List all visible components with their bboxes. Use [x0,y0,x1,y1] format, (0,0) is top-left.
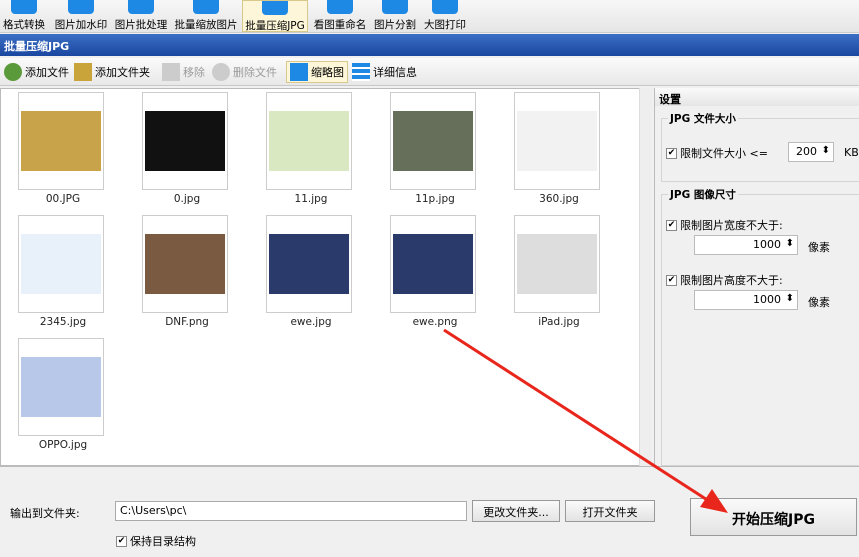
limit-size-checkbox[interactable]: ✔ 限制文件大小 <= [666,145,768,161]
file-thumbnail[interactable]: 11.jpg [266,92,356,205]
file-thumbnail[interactable]: 11p.jpg [390,92,480,205]
thumbnail-preview [145,234,225,294]
thumbnail-preview [269,111,349,171]
height-spinner[interactable]: 1000 [694,290,798,310]
file-name: 0.jpg [173,193,201,205]
limit-height-checkbox[interactable]: ✔ 限制图片高度不大于: [666,272,783,288]
window-title: 批量压缩JPG [0,34,859,56]
limit-width-checkbox[interactable]: ✔ 限制图片宽度不大于: [666,217,783,233]
add-file-button[interactable]: 添加文件 [4,61,69,83]
tab-watermark[interactable]: 图片加水印 [52,0,110,32]
remove-icon [162,63,180,81]
thumbnail-preview [269,234,349,294]
main-toolbar: 格式转换 图片加水印 图片批处理 批量缩放图片 批量压缩JPG 看图重命名 图片… [0,0,859,33]
start-compress-button[interactable]: 开始压缩JPG [690,498,857,536]
keep-structure-checkbox[interactable]: ✔ 保持目录结构 [116,533,196,549]
tab-print[interactable]: 大图打印 [422,0,468,32]
thumbnail-grid-icon [290,63,308,81]
vertical-scrollbar[interactable] [639,88,652,466]
thumbnail-view-button[interactable]: 缩略图 [286,61,348,83]
output-path-input[interactable]: C:\Users\pc\ [115,501,467,521]
file-thumbnail[interactable]: ewe.jpg [266,215,356,328]
file-thumbnail[interactable]: 0.jpg [142,92,232,205]
resize-icon [193,0,219,14]
file-thumbnail[interactable]: OPPO.jpg [18,338,108,451]
thumbnail-image [142,215,228,313]
file-thumbnail[interactable]: iPad.jpg [514,215,604,328]
settings-panel: 设置 JPG 文件大小 ✔限制文件大小 <= 200 KB JPG 图像尺寸 ✔… [654,88,859,466]
add-file-icon [4,63,22,81]
rename-icon [327,0,353,14]
size-spinner[interactable]: 200 [788,142,834,162]
convert-icon [11,0,37,14]
tab-format-convert[interactable]: 格式转换 [0,0,48,32]
jpg-icon [262,1,288,15]
file-thumbnail[interactable]: 00.JPG [18,92,108,205]
dimension-group: JPG 图像尺寸 ✔限制图片宽度不大于: 1000 像素 ✔限制图片高度不大于:… [661,187,859,466]
output-panel: 输出到文件夹: C:\Users\pc\ 更改文件夹... 打开文件夹 ✔ 保持目… [0,466,859,557]
thumbnail-preview [393,234,473,294]
thumbnail-preview [517,111,597,171]
settings-header: 设置 [655,88,859,106]
tab-rename[interactable]: 看图重命名 [311,0,369,32]
thumbnail-image [142,92,228,190]
thumbnail-image [266,215,352,313]
file-thumbnail-list[interactable]: 00.JPG 0.jpg 11.jpg 11p.jpg 360.jpg 2345.jpg D… [0,88,652,466]
file-name: 360.jpg [539,193,579,205]
image-icon [128,0,154,14]
change-folder-button[interactable]: 更改文件夹... [472,500,560,522]
file-name: iPad.jpg [538,316,580,328]
thumbnail-image [18,92,104,190]
file-thumbnail[interactable]: 360.jpg [514,92,604,205]
print-icon [432,0,458,14]
thumbnail-image [266,92,352,190]
file-name: 11p.jpg [415,193,455,205]
tab-batch-resize[interactable]: 批量缩放图片 [172,0,240,32]
delete-icon [212,63,230,81]
width-spinner[interactable]: 1000 [694,235,798,255]
file-name: 2345.jpg [39,316,87,328]
thumbnail-image [390,92,476,190]
tab-batch-compress-jpg[interactable]: 批量压缩JPG [242,0,308,32]
file-name: OPPO.jpg [38,439,88,451]
thumbnail-preview [21,234,101,294]
size-group: JPG 文件大小 ✔限制文件大小 <= 200 KB [661,111,859,182]
list-icon [352,63,370,81]
details-view-button[interactable]: 详细信息 [352,61,417,83]
open-folder-button[interactable]: 打开文件夹 [565,500,655,522]
thumbnail-image [514,215,600,313]
remove-button[interactable]: 移除 [162,61,205,83]
add-folder-button[interactable]: 添加文件夹 [74,61,150,83]
tab-batch-process[interactable]: 图片批处理 [113,0,169,32]
thumbnail-image [18,215,104,313]
file-name: ewe.jpg [290,316,332,328]
file-thumbnail[interactable]: ewe.png [390,215,480,328]
file-name: 11.jpg [294,193,328,205]
add-folder-icon [74,63,92,81]
delete-file-button[interactable]: 删除文件 [212,61,277,83]
thumbnail-preview [393,111,473,171]
thumbnail-image [514,92,600,190]
file-thumbnail[interactable]: 2345.jpg [18,215,108,328]
tab-split[interactable]: 图片分割 [372,0,418,32]
thumbnail-image [390,215,476,313]
thumbnail-preview [517,234,597,294]
thumbnail-preview [21,357,101,417]
thumbnail-image [18,338,104,436]
file-name: DNF.png [165,316,209,328]
thumbnail-preview [145,111,225,171]
file-thumbnail[interactable]: DNF.png [142,215,232,328]
grid-icon [382,0,408,14]
watermark-icon [68,0,94,14]
file-toolbar: 添加文件 添加文件夹 移除 删除文件 缩略图 详细信息 [0,58,859,86]
thumbnail-preview [21,111,101,171]
file-name: ewe.png [412,316,458,328]
file-name: 00.JPG [45,193,81,205]
